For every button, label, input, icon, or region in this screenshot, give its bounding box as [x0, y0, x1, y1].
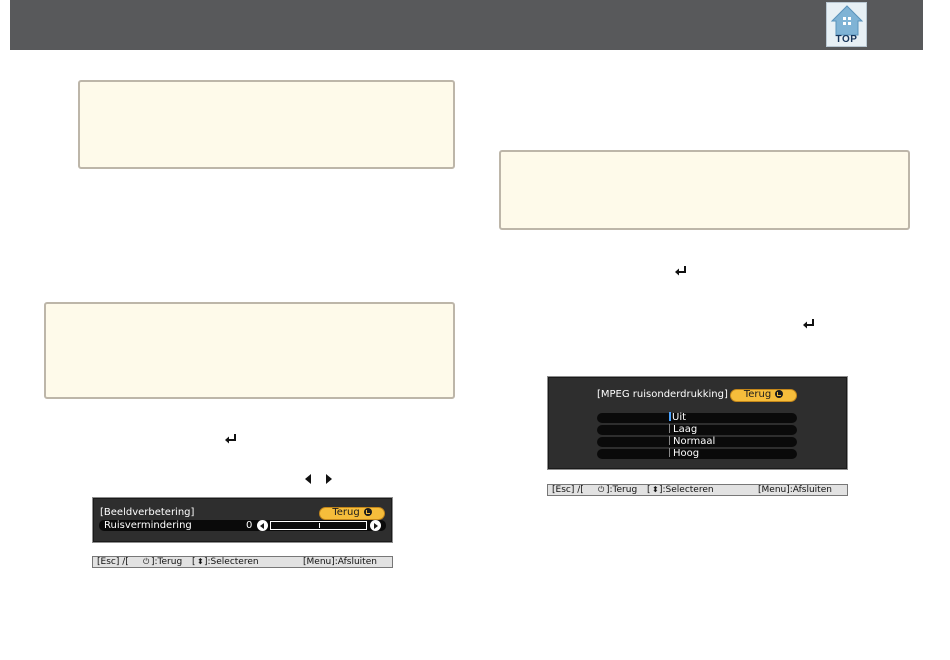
help-bar: [Esc] /[ ⏻ ]:Terug [ ⬍ ]:Selecteren [Men… [92, 556, 393, 568]
help-menu: [Menu]:Afsluiten [303, 557, 377, 567]
help-select: ]:Selecteren [659, 485, 714, 495]
option-label: Normaal [669, 436, 715, 447]
power-icon: ⏻ [143, 557, 150, 566]
osd-mpeg-noise-reduction: [MPEG ruisonderdrukking] Terug Uit Laag … [547, 376, 848, 470]
power-icon: ⏻ [598, 485, 605, 494]
back-button[interactable]: Terug [319, 507, 385, 520]
slider-tick [319, 523, 320, 528]
setting-value: 0 [246, 520, 253, 531]
enter-icon [675, 266, 686, 276]
right-arrow-icon [326, 474, 332, 484]
help-select-bracket: [ [647, 485, 651, 495]
help-menu: [Menu]:Afsluiten [758, 485, 832, 495]
increase-button[interactable] [370, 520, 381, 531]
enter-icon [803, 319, 814, 329]
help-back: ]:Terug [606, 485, 638, 495]
option-marker [669, 448, 672, 457]
option-label: Uit [669, 412, 686, 423]
help-bar: [Esc] /[ ⏻ ]:Terug [ ⬍ ]:Selecteren [Men… [547, 484, 848, 496]
back-button-label: Terug [743, 389, 772, 400]
left-arrow-icon [305, 474, 311, 484]
help-select-bracket: [ [192, 557, 196, 567]
help-esc: [Esc] /[ [552, 485, 584, 495]
option-label: Hoog [669, 448, 699, 459]
updown-icon: ⬍ [197, 557, 204, 566]
help-select: ]:Selecteren [204, 557, 259, 567]
decrease-button[interactable] [257, 520, 268, 531]
osd-title: [Beeldverbetering] [100, 507, 195, 518]
enter-icon [775, 390, 784, 398]
note-box [78, 80, 455, 169]
enter-icon [363, 508, 372, 516]
osd-title: [MPEG ruisonderdrukking] [597, 389, 728, 400]
top-button[interactable]: TOP [826, 2, 867, 47]
note-box [499, 150, 910, 230]
option-row[interactable] [597, 413, 797, 423]
back-button[interactable]: Terug [730, 389, 797, 402]
option-marker [669, 424, 672, 433]
top-button-label: TOP [835, 34, 858, 45]
help-back: ]:Terug [151, 557, 183, 567]
setting-label: Ruisvermindering [104, 520, 192, 531]
selection-cursor [669, 412, 671, 421]
help-esc: [Esc] /[ [97, 557, 129, 567]
updown-icon: ⬍ [652, 485, 659, 494]
option-marker [669, 436, 672, 445]
option-label: Laag [669, 424, 697, 435]
header-bar [10, 0, 923, 50]
note-box [44, 302, 455, 399]
enter-icon [225, 434, 236, 444]
back-button-label: Terug [332, 507, 360, 518]
osd-image-enhancement: [Beeldverbetering] Terug Ruisverminderin… [92, 497, 393, 543]
